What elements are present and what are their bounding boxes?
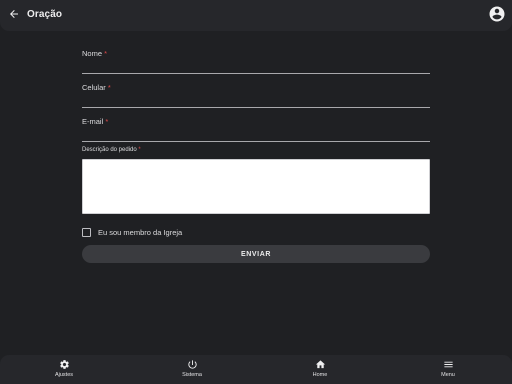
email-field-label: E-mail * [82,117,109,126]
description-label: Descrição do pedido * [82,147,141,153]
phone-field-label: Celular * [82,83,111,92]
nav-item-settings[interactable]: Ajustes [34,359,94,381]
prayer-form: Nome * Celular * E-mail * [82,40,430,142]
name-field[interactable]: Nome * [82,40,430,74]
nav-label-system: Sistema [182,372,202,378]
power-icon [187,360,197,369]
home-icon [315,360,325,369]
nav-item-system[interactable]: Sistema [162,359,222,381]
gear-icon [59,360,69,369]
app-header: Oração [0,0,512,31]
required-mark: * [138,147,141,153]
bottom-nav: Ajustes Sistema Home Menu [0,355,512,384]
account-button[interactable] [488,5,506,23]
menu-icon [443,361,453,368]
phone-field[interactable]: Celular * [82,74,430,108]
nav-label-menu: Menu [441,372,455,378]
arrow-left-icon [10,10,18,18]
member-checkbox-label: Eu sou membro da Igreja [98,227,183,237]
nav-item-home[interactable]: Home [290,359,350,381]
member-checkbox-row[interactable]: Eu sou membro da Igreja [82,226,182,238]
back-button[interactable] [6,6,22,22]
email-field[interactable]: E-mail * [82,108,430,142]
account-circle-icon [489,6,505,22]
member-checkbox[interactable] [82,227,91,237]
required-mark: * [105,117,109,126]
page: Oração Nome * Celular * E-mail * Descriç… [0,0,512,384]
name-field-label: Nome * [82,49,108,58]
nav-label-settings: Ajustes [54,372,74,378]
page-title: Oração [27,9,63,20]
required-mark: * [107,83,111,92]
email-field-underline [82,141,430,142]
required-mark: * [104,49,108,58]
nav-item-menu[interactable]: Menu [418,359,478,381]
submit-button[interactable]: ENVIAR [82,245,430,263]
description-textarea[interactable] [82,159,430,214]
nav-label-home: Home [312,372,328,378]
